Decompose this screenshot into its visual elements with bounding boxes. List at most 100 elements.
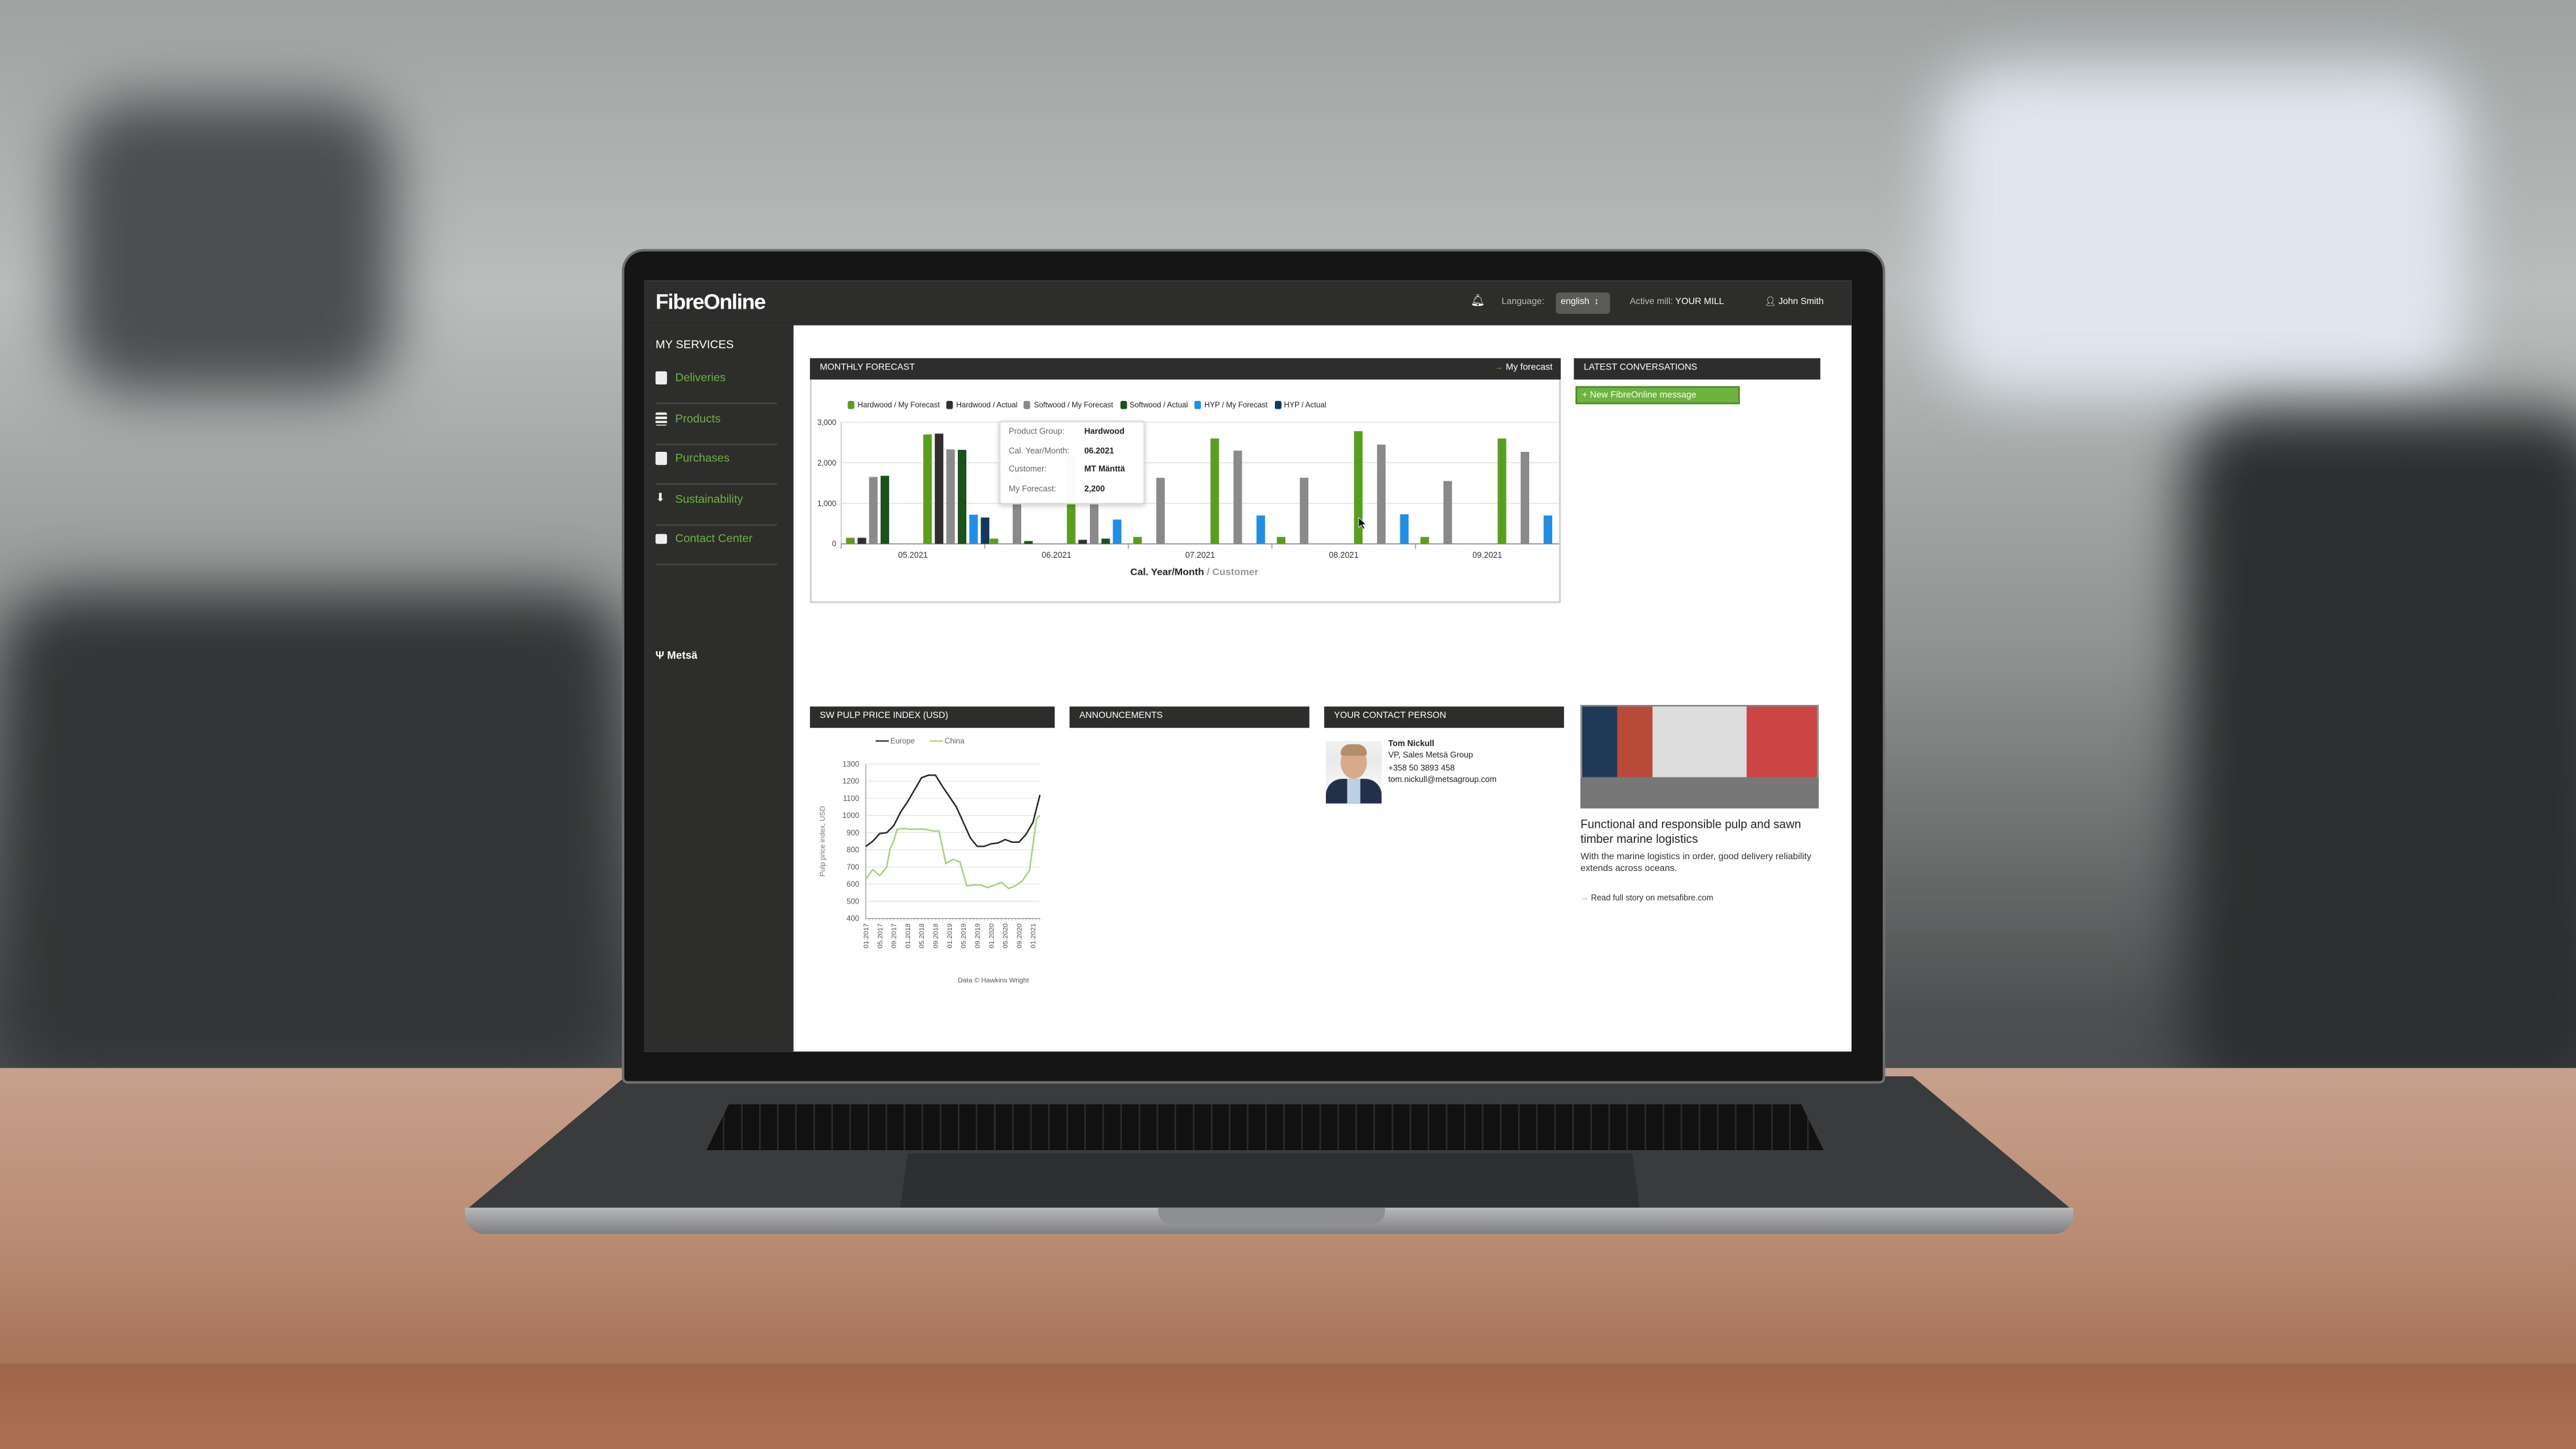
- metsa-brand: Metsä: [667, 651, 698, 662]
- legend-swatch[interactable]: [1024, 401, 1031, 409]
- x-tick-label: 01.2018: [904, 923, 912, 948]
- contact-person-header: YOUR CONTACT PERSON: [1324, 706, 1565, 728]
- bar-hardwood-actual: [1078, 539, 1087, 544]
- y-tick-label: 700: [847, 864, 859, 872]
- blurred-monitor: [1939, 65, 2465, 395]
- axis-title: Cal. Year/Month / Customer: [1130, 568, 1259, 578]
- y-tick-label: 900: [847, 829, 859, 837]
- arrow-right-icon: →: [1580, 893, 1589, 904]
- x-tick-label: 05.2019: [960, 923, 968, 948]
- language-select[interactable]: english ↕: [1555, 292, 1610, 314]
- tooltip-value: 2,200: [1084, 484, 1105, 494]
- legend-label[interactable]: HYP / Actual: [1284, 401, 1327, 409]
- y-tick-label: 1100: [843, 795, 859, 803]
- bell-icon[interactable]: 🔔︎: [1470, 294, 1485, 307]
- language-label: Language:: [1501, 297, 1545, 307]
- x-tick-label: 01.2021: [1030, 923, 1038, 948]
- envelope-icon: [655, 534, 668, 544]
- bar-softwood-actual: [880, 475, 889, 544]
- sidebar-item-purchases[interactable]: Purchases: [655, 445, 777, 485]
- monthly-forecast-header: MONTHLY FORECAST → My forecast: [809, 358, 1561, 380]
- tooltip-key: Product Group:: [1008, 427, 1065, 437]
- panel-title: LATEST CONVERSATIONS: [1584, 363, 1697, 373]
- blurred-person: [65, 98, 395, 395]
- x-tick-label: 01.2017: [862, 923, 870, 948]
- user-menu[interactable]: 👤︎ John Smith: [1765, 298, 1824, 307]
- link-label: Read full story on metsafibre.com: [1591, 893, 1714, 904]
- axis-title-primary: Cal. Year/Month: [1130, 568, 1204, 579]
- sidebar-title: MY SERVICES: [655, 340, 734, 352]
- legend-label[interactable]: Softwood / Actual: [1130, 401, 1188, 409]
- contact-name: Tom Nickull: [1388, 739, 1434, 749]
- active-mill[interactable]: Active mill: YOUR MILL: [1630, 298, 1724, 307]
- tooltip-value: Hardwood: [1084, 427, 1125, 437]
- sidebar-item-products[interactable]: Products: [655, 406, 777, 445]
- axis-title-secondary: / Customer: [1206, 568, 1259, 579]
- article-title[interactable]: Functional and responsible pulp and sawn…: [1580, 817, 1827, 846]
- x-tick-label: 09.2020: [1015, 923, 1023, 948]
- series-line-europe: [865, 774, 1041, 847]
- legend-swatch[interactable]: [946, 401, 953, 409]
- link-label: My forecast: [1506, 363, 1553, 373]
- bar-hyp-my-forecast: [969, 515, 978, 544]
- y-tick-label: 500: [847, 898, 859, 906]
- y-tick-label: 1,000: [817, 500, 836, 508]
- y-tick-label: 600: [847, 881, 859, 889]
- sidebar-item-sustainability[interactable]: ⬇ Sustainability: [655, 486, 777, 526]
- contact-role: VP, Sales Metsä Group: [1388, 750, 1473, 760]
- chart-legend: Hardwood / My Forecast Hardwood / Actual S…: [841, 401, 1327, 409]
- article-text: With the marine logistics in order, good…: [1580, 853, 1812, 874]
- bar-hardwood-my-forecast: [846, 537, 855, 544]
- bar-softwood-my-forecast: [1520, 452, 1529, 544]
- bar-hyp-my-forecast: [1113, 519, 1122, 544]
- app-logo[interactable]: FibreOnline: [656, 289, 766, 314]
- pulp-price-chart: Europe China 400 500 600 700 800 900 1000 1100 120…: [819, 738, 1041, 948]
- plus-icon: +: [1582, 391, 1587, 401]
- legend-swatch[interactable]: [847, 401, 855, 409]
- pulp-index-header: SW PULP PRICE INDEX (USD): [809, 706, 1055, 728]
- contact-avatar: [1325, 741, 1382, 804]
- legend-label[interactable]: Hardwood / Actual: [957, 401, 1018, 409]
- latest-conversations-header: LATEST CONVERSATIONS: [1574, 358, 1821, 380]
- sidebar-item-label: Products: [675, 414, 721, 426]
- list-icon: [655, 412, 668, 426]
- legend-swatch[interactable]: [1274, 401, 1281, 409]
- x-tick-label: 09.2019: [974, 923, 981, 948]
- new-message-button[interactable]: + New FibreOnline message: [1575, 386, 1740, 405]
- bar-hardwood-my-forecast: [1210, 438, 1219, 544]
- legend-swatch[interactable]: [1119, 401, 1127, 409]
- bar-softwood-my-forecast: [1233, 451, 1242, 544]
- tooltip-value: 06.2021: [1084, 446, 1114, 456]
- legend-label[interactable]: Hardwood / My Forecast: [858, 401, 940, 409]
- my-forecast-link[interactable]: → My forecast: [1494, 363, 1552, 373]
- bar-softwood-my-forecast: [1300, 477, 1309, 544]
- legend-swatch[interactable]: [1195, 401, 1202, 409]
- laptop-keyboard: [706, 1104, 1824, 1150]
- metsa-logo: Ψ Metsä: [656, 651, 698, 662]
- top-header: FibreOnline 🔔︎ Language: english ↕ Active…: [644, 281, 1852, 326]
- bar-softwood-my-forecast: [946, 449, 955, 544]
- y-tick-label: 1200: [843, 778, 860, 786]
- bar-softwood-my-forecast: [1156, 477, 1165, 544]
- contact-details: Tom Nickull VP, Sales Metsä Group +358 5…: [1388, 740, 1497, 786]
- panel-title: SW PULP PRICE INDEX (USD): [819, 711, 949, 722]
- blurred-chair: [0, 591, 624, 1085]
- contact-phone[interactable]: +358 50 3893 458: [1388, 764, 1497, 776]
- y-tick-label: 0: [832, 541, 836, 549]
- active-mill-label: Active mill:: [1629, 297, 1673, 307]
- sidebar-item-label: Sustainability: [675, 494, 743, 506]
- read-story-link[interactable]: → Read full story on metsafibre.com: [1580, 894, 1713, 904]
- sidebar-item-label: Contact Center: [675, 534, 753, 546]
- tooltip-row: My Forecast: 2,200: [1009, 484, 1135, 503]
- data-credit: Data © Hawkins Wright: [957, 976, 1029, 985]
- sidebar-item-deliveries[interactable]: Deliveries: [655, 365, 777, 405]
- laptop-notch: [1158, 1207, 1385, 1225]
- legend-label[interactable]: Softwood / My Forecast: [1034, 401, 1113, 409]
- panel-title: ANNOUNCEMENTS: [1079, 711, 1163, 722]
- sidebar-item-label: Purchases: [675, 453, 730, 466]
- contact-email[interactable]: tom.nickull@metsagroup.com: [1388, 775, 1497, 786]
- x-tick-label: 09.2018: [932, 923, 940, 948]
- active-mill-value: YOUR MILL: [1675, 297, 1724, 307]
- sidebar-item-contact-center[interactable]: Contact Center: [655, 526, 777, 566]
- legend-label[interactable]: HYP / My Forecast: [1204, 401, 1268, 409]
